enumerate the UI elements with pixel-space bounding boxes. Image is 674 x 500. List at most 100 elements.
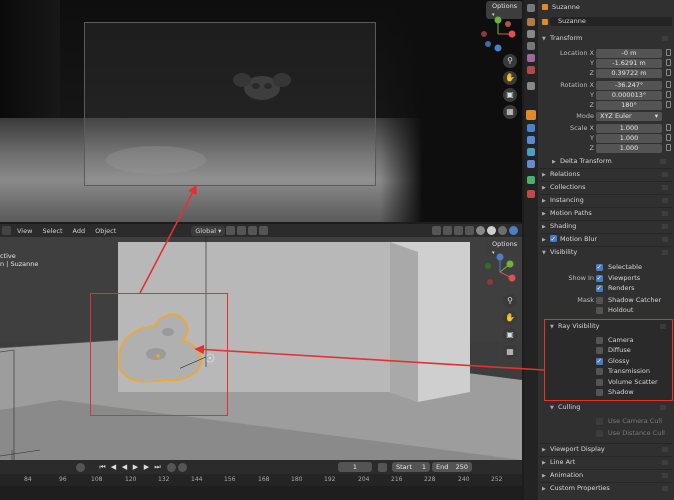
menu-object[interactable]: Object (90, 227, 121, 235)
snap-icon[interactable] (237, 226, 247, 235)
navigation-gizmo[interactable] (478, 14, 518, 54)
rendered-shading-icon[interactable] (509, 226, 518, 235)
viewports-checkbox[interactable] (596, 273, 603, 283)
shadow-catcher-checkbox[interactable] (596, 296, 603, 304)
frame-ruler[interactable]: 84 96 108 120 132 144 156 168 180 192 20… (0, 474, 522, 486)
current-frame-field[interactable]: 1 (338, 462, 372, 472)
mode-icon[interactable] (2, 226, 11, 235)
physics-tab-icon[interactable] (527, 148, 535, 156)
viewport-hand-pan-icon[interactable]: ✋ (503, 311, 517, 325)
lock-icon[interactable] (666, 124, 671, 131)
modifier-tab-icon[interactable] (527, 124, 535, 132)
location-y-field[interactable]: -1.6291 m (596, 58, 662, 68)
overlay-toggle-icon[interactable] (454, 226, 463, 235)
visibility-icon[interactable] (432, 226, 441, 235)
material-tab-icon[interactable] (527, 190, 535, 198)
gizmo-toggle-icon[interactable] (443, 226, 452, 235)
keying-icon[interactable] (167, 462, 176, 472)
distance-cull-checkbox[interactable] (596, 429, 603, 437)
section-line-art[interactable]: ▶ Line Art (542, 457, 672, 468)
lock-icon[interactable] (666, 134, 671, 141)
section-shading[interactable]: ▶ Shading (542, 221, 672, 232)
drag-grip-icon[interactable] (662, 185, 668, 190)
section-collections[interactable]: ▶ Collections (542, 182, 672, 193)
rotation-x-field[interactable]: -36.247° (596, 80, 662, 90)
drag-grip-icon[interactable] (662, 447, 668, 452)
selectable-checkbox[interactable] (596, 262, 603, 272)
jump-start-icon[interactable]: ⏮ (98, 463, 107, 472)
viewport-grid-icon[interactable]: ▦ (503, 345, 517, 359)
timeline-editor[interactable]: ⏮ ◀ ◀ ▶ ▶ ⏭ 1 Start 1 End 250 84 96 108 12… (0, 460, 522, 500)
particles-tab-icon[interactable] (527, 136, 535, 144)
drag-grip-icon[interactable] (660, 405, 666, 410)
section-custom-properties[interactable]: ▶ Custom Properties (542, 483, 672, 494)
object-tab-icon[interactable] (526, 110, 536, 120)
drag-grip-icon[interactable] (662, 211, 668, 216)
mode-dropdown[interactable]: XYZ Euler ▾ (596, 111, 662, 121)
location-x-field[interactable]: -0 m (596, 48, 662, 58)
wireframe-shading-icon[interactable] (476, 226, 485, 235)
pivot-icon[interactable] (226, 226, 236, 235)
scale-x-field[interactable]: 1.000 (596, 123, 662, 133)
drag-grip-icon[interactable] (662, 198, 668, 203)
scale-z-field[interactable]: 1.000 (596, 143, 662, 153)
tool-tab-icon[interactable] (527, 4, 535, 12)
world-tab-icon[interactable] (527, 66, 535, 74)
camera-view-icon[interactable]: ▣ (503, 88, 517, 102)
menu-select[interactable]: Select (37, 227, 67, 235)
play-icon[interactable]: ▶ (131, 463, 140, 472)
data-tab-icon[interactable] (527, 176, 535, 184)
transform-orientation-dropdown[interactable]: Global ▾ (191, 225, 226, 236)
section-motion-blur[interactable]: ▶Motion Blur (542, 234, 672, 245)
lock-icon[interactable] (666, 91, 671, 98)
drag-grip-icon[interactable] (660, 159, 666, 164)
constraints-tab-icon[interactable] (527, 160, 535, 168)
lock-icon[interactable] (666, 101, 671, 108)
render-tab-icon[interactable] (527, 18, 535, 26)
lock-icon[interactable] (666, 59, 671, 66)
drag-grip-icon[interactable] (662, 486, 668, 491)
keyframe-track[interactable] (0, 486, 522, 500)
output-tab-icon[interactable] (527, 30, 535, 38)
renders-checkbox[interactable] (596, 283, 603, 293)
solid-shading-icon[interactable] (487, 226, 496, 235)
render-preview-viewport[interactable]: Options ⚲ ✋ ▣ ▦ (0, 0, 522, 222)
camera-cull-checkbox[interactable] (596, 417, 603, 425)
scale-y-field[interactable]: 1.000 (596, 133, 662, 143)
section-viewport-display[interactable]: ▶ Viewport Display (542, 444, 672, 455)
section-delta-transform[interactable]: ▶ Delta Transform (552, 156, 670, 167)
record-icon[interactable] (76, 462, 85, 472)
prev-keyframe-icon[interactable]: ◀ (109, 463, 118, 472)
drag-grip-icon[interactable] (662, 172, 668, 177)
collection-tab-icon[interactable] (527, 82, 535, 90)
lock-icon[interactable] (666, 81, 671, 88)
drag-grip-icon[interactable] (662, 36, 668, 41)
falloff-icon[interactable] (259, 226, 269, 235)
end-frame-field[interactable]: End 250 (432, 462, 472, 472)
scene-tab-icon[interactable] (527, 54, 535, 62)
perspective-toggle-icon[interactable]: ▦ (503, 105, 517, 119)
object-name-field[interactable]: Suzanne (550, 17, 672, 26)
section-culling[interactable]: ▼ Culling (550, 402, 670, 413)
section-motion-paths[interactable]: ▶ Motion Paths (542, 208, 672, 219)
proportional-edit-icon[interactable] (248, 226, 258, 235)
drag-grip-icon[interactable] (662, 473, 668, 478)
section-instancing[interactable]: ▶ Instancing (542, 195, 672, 206)
viewport-zoom-icon[interactable]: ⚲ (503, 294, 517, 308)
location-z-field[interactable]: 0.39722 m (596, 68, 662, 78)
zoom-icon[interactable]: ⚲ (503, 54, 517, 68)
drag-grip-icon[interactable] (662, 224, 668, 229)
section-relations[interactable]: ▶ Relations (542, 169, 672, 180)
viewport-navigation-gizmo[interactable] (480, 252, 520, 292)
section-animation[interactable]: ▶ Animation (542, 470, 672, 481)
lock-icon[interactable] (666, 144, 671, 151)
jump-end-icon[interactable]: ⏭ (153, 463, 162, 472)
section-visibility[interactable]: ▼ Visibility (542, 247, 672, 258)
auto-keying-icon[interactable] (178, 462, 187, 472)
xray-icon[interactable] (465, 226, 474, 235)
start-frame-field[interactable]: Start 1 (392, 462, 430, 472)
material-shading-icon[interactable] (498, 226, 507, 235)
preview-range-icon[interactable] (378, 462, 387, 472)
drag-grip-icon[interactable] (662, 460, 668, 465)
rotation-z-field[interactable]: 180° (596, 100, 662, 110)
